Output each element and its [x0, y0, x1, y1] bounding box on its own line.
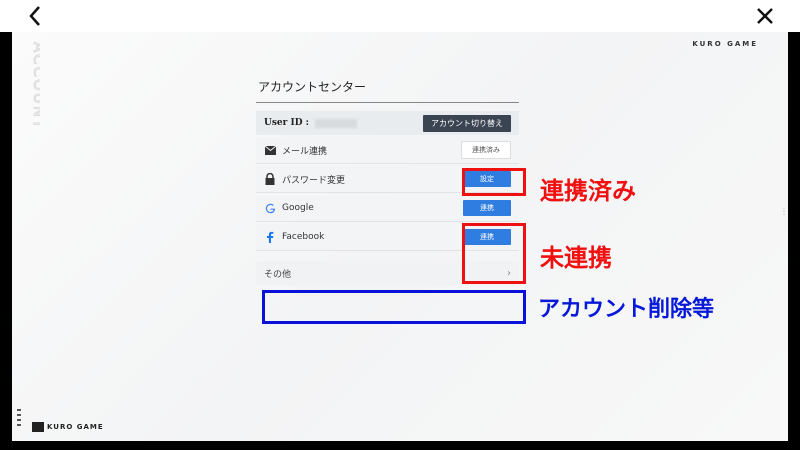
- email-linked-button[interactable]: 連携済み: [461, 141, 511, 159]
- switch-account-button[interactable]: アカウント切り替え: [423, 114, 511, 132]
- top-bar: [0, 0, 800, 32]
- highlight-other: [262, 290, 526, 324]
- close-icon[interactable]: [751, 2, 779, 30]
- annotation-linked: 連携済み: [540, 177, 636, 205]
- svg-text:ACCOUNT: ACCOUNT: [30, 42, 40, 130]
- side-handle-icon: ⋮: [780, 207, 788, 216]
- row-email: メール連携 連携済み: [256, 137, 519, 164]
- lock-icon: [264, 173, 276, 185]
- brand-bottom-text: KURO GAME: [47, 423, 104, 431]
- row-label: パスワード変更: [282, 175, 346, 186]
- other-label: その他: [264, 269, 292, 280]
- chevron-left-icon[interactable]: [22, 2, 50, 30]
- user-id-value-redacted: [315, 118, 357, 128]
- decorative-marks: [17, 409, 21, 435]
- highlight-unlinked: [462, 223, 526, 284]
- highlight-linked: [462, 168, 526, 196]
- user-id-label: User ID :: [264, 118, 309, 128]
- user-id-bar: User ID : アカウント切り替え: [256, 111, 519, 135]
- title-divider: [256, 102, 519, 103]
- row-label: Facebook: [282, 232, 325, 242]
- annotation-delete-etc: アカウント削除等: [538, 297, 715, 322]
- google-icon: [264, 202, 276, 214]
- page-title: アカウントセンター: [258, 80, 367, 94]
- brand-logo-bottom: KURO GAME: [32, 421, 104, 433]
- kuro-logo-icon: [32, 422, 44, 432]
- row-label: メール連携: [282, 146, 328, 157]
- annotation-unlinked: 未連携: [540, 244, 612, 272]
- facebook-icon: [264, 231, 276, 243]
- brand-logo-top: KURO GAME: [692, 40, 758, 48]
- mail-icon: [264, 144, 276, 156]
- google-link-button[interactable]: 連携: [463, 200, 511, 216]
- vertical-account-label: ACCOUNT: [30, 42, 41, 131]
- row-google: Google 連携: [256, 195, 519, 222]
- row-label: Google: [282, 203, 314, 213]
